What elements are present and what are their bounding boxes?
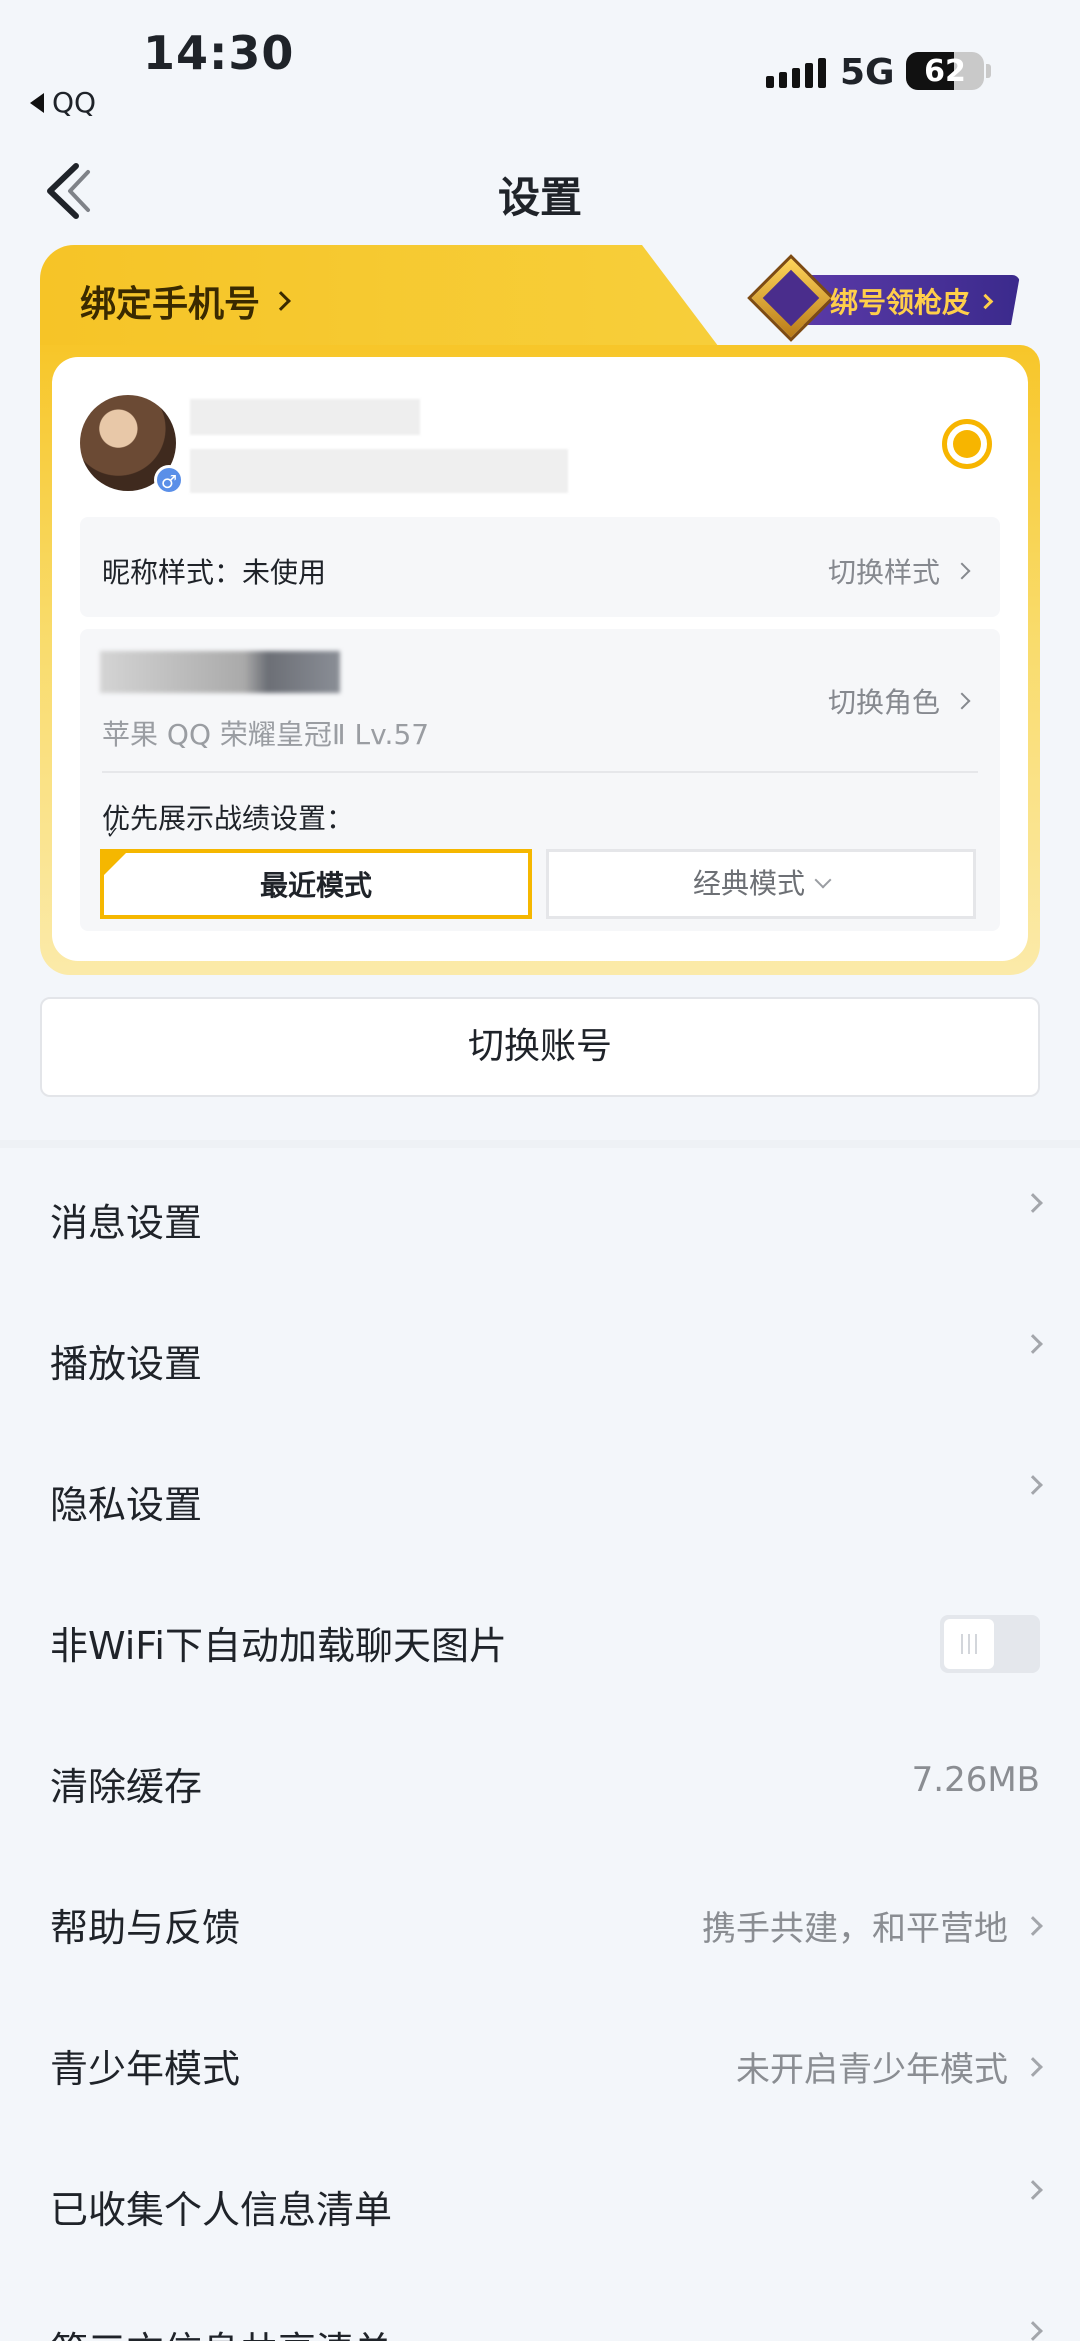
blurred-username — [190, 399, 420, 435]
blurred-role-name — [100, 651, 340, 693]
account-card: 绑定手机号 绑号领枪皮 ♂ 昵称样式：未使用 切换样式 苹果 QQ 荣耀皇冠Ⅱ … — [40, 245, 1040, 975]
battery-level: 62 — [924, 54, 966, 89]
check-icon: ✓ — [106, 823, 120, 842]
chevron-down-icon — [814, 871, 832, 889]
nickname-style-label: 昵称样式：未使用 — [102, 556, 327, 589]
recent-mode-label: 最近模式 — [259, 869, 372, 902]
message-settings-item[interactable]: 消息设置 — [0, 1148, 1080, 1289]
chevron-right-icon — [1023, 2321, 1043, 2341]
toggle-knob — [944, 1619, 994, 1669]
item-right — [1023, 1334, 1043, 1354]
playback-settings-item[interactable]: 播放设置 — [0, 1289, 1080, 1430]
help-feedback-item[interactable]: 帮助与反馈 携手共建，和平营地 — [0, 1853, 1080, 1994]
back-triangle-icon — [30, 92, 44, 113]
collected-info-item[interactable]: 已收集个人信息清单 — [0, 2135, 1080, 2276]
chevron-right-icon — [1023, 1334, 1043, 1354]
clear-cache-item[interactable]: 清除缓存 7.26MB — [0, 1712, 1080, 1853]
battery-tip — [986, 64, 991, 78]
teen-mode-item[interactable]: 青少年模式 未开启青少年模式 — [0, 1994, 1080, 2135]
signal-icon — [766, 58, 826, 88]
settings-list: 消息设置 播放设置 隐私设置 非WiFi下自动加载聊天图片 清除缓存 7.26M… — [0, 1140, 1080, 2341]
chevron-right-icon — [1023, 2180, 1043, 2200]
blurred-account-id — [190, 449, 568, 493]
nav-bar: 设置 — [0, 150, 1080, 232]
chevron-right-icon — [1023, 2056, 1043, 2077]
recent-mode-button[interactable]: ✓ 最近模式 — [100, 825, 532, 919]
cache-size: 7.26MB — [912, 1760, 1040, 1800]
account-selected-radio[interactable] — [942, 419, 992, 469]
item-right — [1023, 2180, 1043, 2200]
item-label: 消息设置 — [50, 1201, 203, 1245]
divider — [102, 771, 978, 773]
item-label: 帮助与反馈 — [50, 1906, 241, 1950]
classic-mode-label: 经典模式 — [692, 867, 805, 900]
item-label: 第三方信息共享清单 — [50, 2320, 392, 2341]
item-label: 播放设置 — [50, 1342, 203, 1386]
item-right — [1023, 1193, 1043, 1213]
status-bar: 14:30 QQ 5G 62 — [0, 0, 1080, 130]
network-type: 5G — [840, 52, 895, 93]
item-label: 已收集个人信息清单 — [50, 2188, 393, 2232]
page-title: 设置 — [497, 173, 582, 222]
item-label: 青少年模式 — [50, 2047, 241, 2091]
item-label: 非WiFi下自动加载聊天图片 — [50, 1624, 507, 1668]
classic-mode-dropdown[interactable]: 经典模式 — [546, 849, 976, 919]
account-card-body: ♂ 昵称样式：未使用 切换样式 苹果 QQ 荣耀皇冠Ⅱ Lv.57 切换角色 优… — [52, 357, 1028, 961]
game-role-section: 苹果 QQ 荣耀皇冠Ⅱ Lv.57 切换角色 优先展示战绩设置： ✓ 最近模式 … — [80, 629, 1000, 931]
back-to-app-link[interactable]: QQ — [30, 86, 96, 119]
chevron-right-icon — [953, 692, 971, 710]
switch-role-link[interactable]: 切换角色 — [827, 681, 971, 721]
item-right: 未开启青少年模式 — [736, 2042, 1043, 2091]
bind-phone-label: 绑定手机号 — [80, 284, 261, 325]
switch-style-label: 切换样式 — [827, 556, 940, 589]
promo-label: 绑号领枪皮 — [830, 286, 971, 319]
promo-label-wrap: 绑号领枪皮 — [830, 281, 994, 321]
chevron-right-icon — [1023, 1915, 1043, 1936]
privacy-settings-item[interactable]: 隐私设置 — [0, 1430, 1080, 1571]
switch-role-label: 切换角色 — [827, 686, 940, 719]
battery-icon: 62 — [906, 52, 984, 90]
priority-display-label: 优先展示战绩设置： — [102, 802, 355, 835]
auto-load-images-item: 非WiFi下自动加载聊天图片 — [0, 1571, 1080, 1712]
item-right — [1023, 2321, 1043, 2341]
promo-badge[interactable]: 绑号领枪皮 — [747, 254, 1020, 342]
third-party-sharing-item[interactable]: 第三方信息共享清单 — [0, 2276, 1080, 2341]
role-info: 苹果 QQ 荣耀皇冠Ⅱ Lv.57 — [102, 718, 430, 751]
status-time: 14:30 — [143, 26, 295, 80]
chevron-right-icon — [1023, 1475, 1043, 1495]
chevron-right-icon — [953, 562, 971, 580]
teen-mode-value: 未开启青少年模式 — [736, 2050, 1008, 2090]
auto-load-images-toggle[interactable] — [940, 1615, 1040, 1673]
chevron-right-icon — [977, 293, 994, 309]
cache-size-value: 7.26MB — [911, 1760, 1040, 1800]
back-app-label: QQ — [52, 86, 97, 119]
item-right — [1023, 1475, 1043, 1495]
item-right: 携手共建，和平营地 — [702, 1901, 1043, 1950]
chevron-right-icon — [1023, 1193, 1043, 1213]
male-icon: ♂ — [154, 465, 184, 495]
item-label: 清除缓存 — [50, 1765, 203, 1809]
item-label: 隐私设置 — [50, 1483, 203, 1527]
chevron-right-icon — [271, 291, 291, 311]
nickname-style-row[interactable]: 昵称样式：未使用 切换样式 — [80, 517, 1000, 617]
switch-account-button[interactable]: 切换账号 — [40, 997, 1040, 1097]
bind-phone-link[interactable]: 绑定手机号 — [80, 275, 291, 327]
help-feedback-value: 携手共建，和平营地 — [702, 1909, 1008, 1949]
switch-style-link[interactable]: 切换样式 — [827, 551, 971, 591]
